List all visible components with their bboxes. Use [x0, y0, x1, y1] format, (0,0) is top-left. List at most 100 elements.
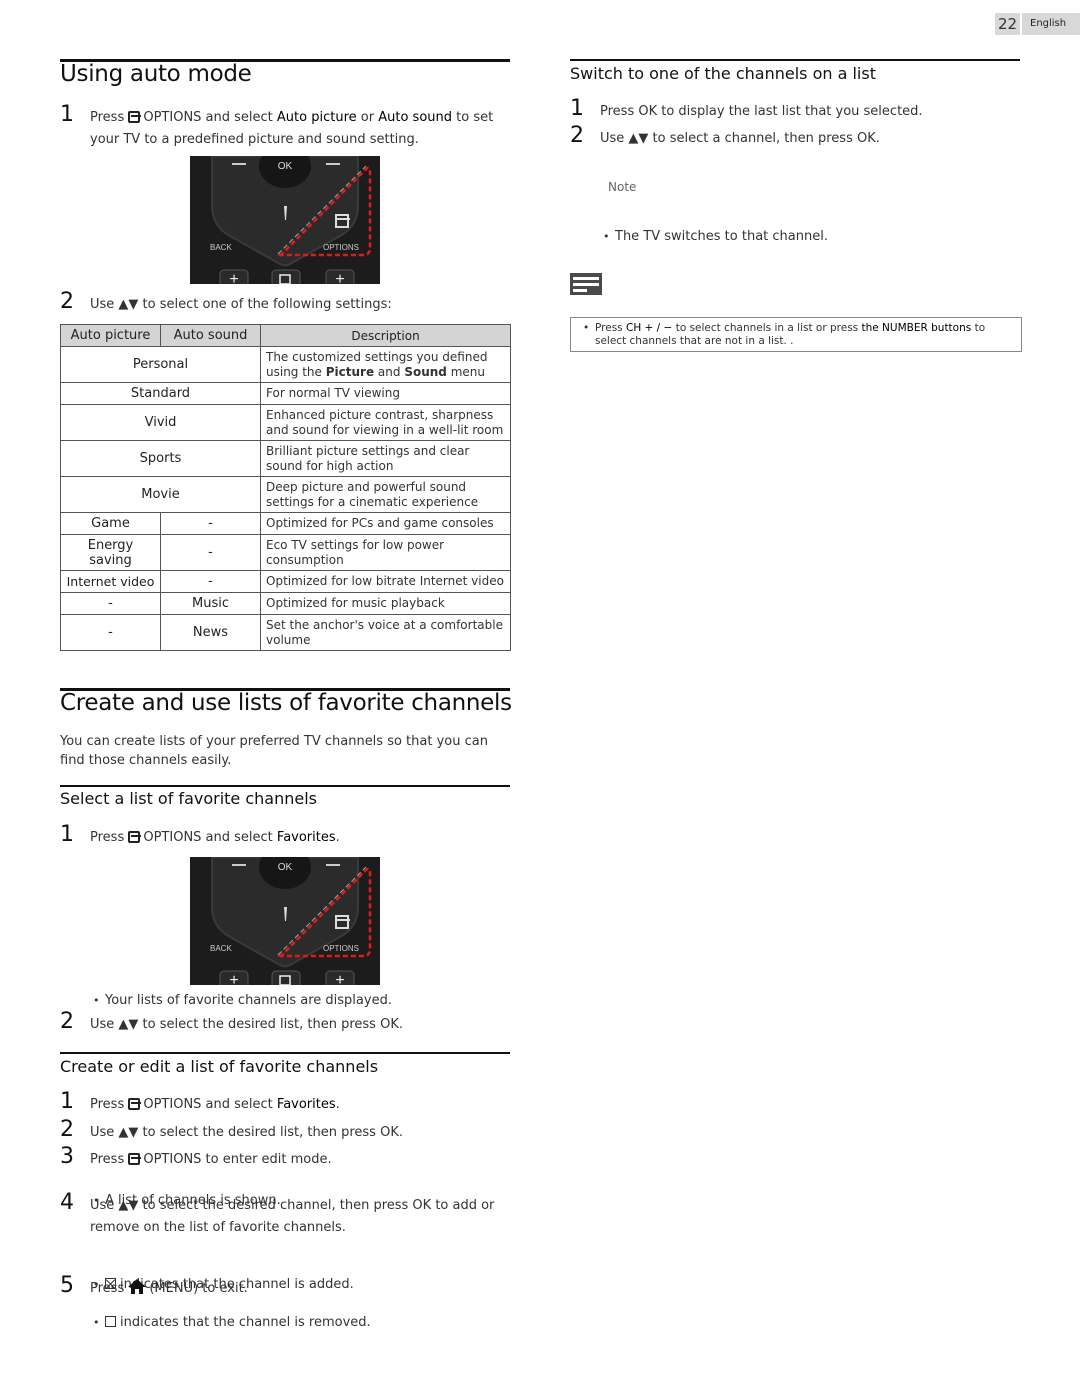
step-text: Use ▲▼ to select the desired channel, th…	[90, 1198, 495, 1235]
edit-step-2: 2 Use ▲▼ to select the desired list, the…	[60, 1117, 512, 1144]
edit-list-title: Create or edit a list of favorite channe…	[60, 1057, 379, 1076]
svg-text:+: +	[229, 972, 238, 985]
setting-description: Eco TV settings for low power consumptio…	[260, 534, 511, 571]
step-number: 2	[60, 1009, 74, 1034]
setting-description: Optimized for PCs and game consoles	[260, 512, 511, 535]
svg-text:+: +	[335, 271, 344, 284]
note-ch-label: CH + / −	[625, 322, 673, 334]
options-label: OPTIONS	[323, 944, 359, 953]
favorites-title: Create and use lists of favorite channel…	[60, 690, 512, 716]
column-header-auto-sound: Auto sound	[160, 324, 261, 347]
step-text: Use ▲▼ to select a channel, then press O…	[600, 131, 880, 146]
auto-picture-label: Auto picture	[276, 110, 357, 125]
setting-name: Vivid	[60, 404, 261, 441]
auto-sound-label: Auto sound	[378, 110, 453, 125]
step-text: OPTIONS and select	[143, 830, 273, 845]
setting-description: Set the anchor's voice at a comfortable …	[260, 614, 511, 651]
step-text: OPTIONS and select	[143, 1097, 273, 1112]
language-label: English	[1022, 13, 1080, 35]
step-number: 5	[60, 1273, 74, 1298]
remote-options-image: OK BACK OPTIONS + +	[190, 857, 380, 985]
switch-channel-title: Switch to one of the channels on a list	[570, 64, 876, 83]
edit-step-4: 4 Use ▲▼ to select the desired channel, …	[60, 1190, 512, 1239]
edit-step-5: 5 Press (MENU) to exit.	[60, 1273, 512, 1300]
step-text: Press OK to display the last list that y…	[600, 104, 923, 119]
select-list-title: Select a list of favorite channels	[60, 789, 317, 808]
step-number: 1	[570, 96, 584, 121]
setting-description: The customized settings you defined usin…	[260, 346, 511, 383]
table-row: Personal The customized settings you def…	[60, 346, 511, 383]
remote-options-image: OK BACK OPTIONS + +	[190, 156, 380, 284]
back-label: BACK	[210, 243, 232, 252]
setting-name: Personal	[60, 346, 261, 383]
step-text: or	[360, 110, 375, 125]
step-text: .	[335, 1097, 340, 1112]
svg-text:+: +	[229, 271, 238, 284]
setting-description: Optimized for low bitrate Internet video	[260, 570, 511, 593]
home-icon	[128, 1279, 147, 1294]
step-text: OPTIONS and select	[143, 110, 273, 125]
note-label: Note	[608, 180, 637, 194]
page-number: 22	[995, 13, 1020, 35]
options-icon	[128, 1098, 142, 1110]
select-step-1: 1 Press OPTIONS and select Favorites.	[60, 824, 512, 849]
step-text: (MENU) to exit.	[149, 1281, 248, 1296]
options-icon	[128, 831, 142, 843]
table-row: - Music Optimized for music playback	[60, 592, 511, 615]
step-number: 4	[60, 1190, 74, 1215]
auto-picture-value: -	[60, 614, 161, 651]
auto-picture-value: -	[60, 592, 161, 615]
step-number: 3	[60, 1144, 74, 1169]
table-row: - News Set the anchor's voice at a comfo…	[60, 614, 511, 651]
empty-box-icon	[105, 1316, 116, 1327]
setting-name: Standard	[60, 382, 261, 405]
edit-step-1: 1 Press OPTIONS and select Favorites.	[60, 1089, 512, 1116]
step-number: 2	[60, 1117, 74, 1142]
select-step-2: 2 Use ▲▼ to select the desired list, the…	[60, 1009, 512, 1036]
table-row: Game - Optimized for PCs and game consol…	[60, 512, 511, 535]
edit-step-3: 3 Press OPTIONS to enter edit mode.	[60, 1144, 512, 1171]
table-row: Energy saving - Eco TV settings for low …	[60, 534, 511, 571]
step-number: 2	[570, 123, 584, 148]
setting-description: Enhanced picture contrast, sharpness and…	[260, 404, 511, 441]
ok-label: OK	[278, 161, 293, 172]
back-label: BACK	[210, 944, 232, 953]
auto-sound-value: -	[160, 512, 261, 535]
note-number-label: the NUMBER buttons	[861, 322, 972, 334]
table-row: Internet video - Optimized for low bitra…	[60, 570, 511, 593]
table-row: Movie Deep picture and powerful sound se…	[60, 476, 511, 513]
options-icon	[128, 111, 142, 123]
svg-text:+: +	[335, 972, 344, 985]
auto-sound-value: -	[160, 570, 261, 593]
options-label: OPTIONS	[323, 243, 359, 252]
step-number: 2	[60, 289, 74, 314]
setting-name: Sports	[60, 440, 261, 477]
column-header-description: Description	[260, 324, 511, 347]
step-text: Press	[90, 1097, 125, 1112]
step-number: 1	[60, 102, 74, 127]
ok-label: OK	[278, 862, 293, 873]
column-header-auto-picture: Auto picture	[60, 324, 161, 347]
setting-name: Movie	[60, 476, 261, 513]
switch-step-1: 1 Press OK to display the last list that…	[570, 96, 1022, 123]
edit-step-4-bullet-removed: indicates that the channel is removed.	[60, 1313, 557, 1332]
step-text: Press	[90, 1281, 125, 1296]
note-text: Press	[595, 322, 626, 334]
note-icon	[570, 273, 602, 295]
step-number: 1	[60, 1089, 74, 1114]
favorites-label: Favorites	[276, 1097, 336, 1112]
step-text: Use ▲▼ to select the desired list, then …	[90, 1017, 403, 1032]
auto-picture-value: Internet video	[60, 570, 161, 593]
step-text: Press	[90, 110, 125, 125]
step-text: OPTIONS to enter edit mode.	[143, 1152, 332, 1167]
switch-bullet: The TV switches to that channel.	[570, 227, 1067, 246]
table-header-row: Auto picture Auto sound Description	[60, 324, 511, 347]
select-bullet: Your lists of favorite channels are disp…	[60, 991, 557, 1010]
auto-mode-title: Using auto mode	[60, 61, 252, 87]
bullet-text: indicates that the channel is removed.	[120, 1315, 371, 1330]
setting-description: Deep picture and powerful sound settings…	[260, 476, 511, 513]
auto-mode-step-1: 1 Press OPTIONS and select Auto picture …	[60, 102, 512, 151]
step-text: Press	[90, 1152, 125, 1167]
setting-description: Optimized for music playback	[260, 592, 511, 615]
step-text: .	[335, 830, 340, 845]
